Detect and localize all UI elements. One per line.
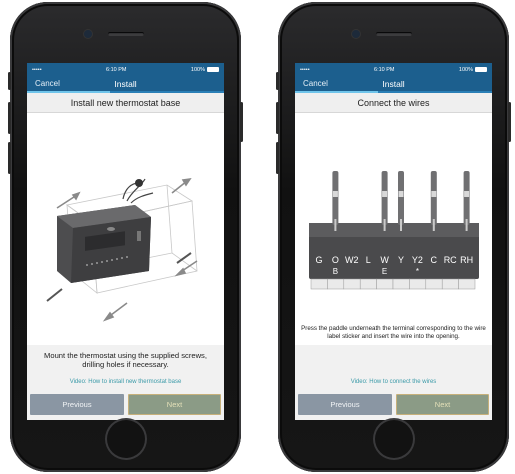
terminal-slot: [441, 278, 459, 290]
terminal-label: L: [366, 255, 371, 265]
phone-frame-left: ••••• 6:10 PM 100% Cancel Install Instal…: [8, 2, 243, 472]
app-screen-install-base: ••••• 6:10 PM 100% Cancel Install Instal…: [27, 63, 224, 420]
terminal-label: W2: [345, 255, 359, 265]
terminal-slot: [359, 278, 377, 290]
nav-bar: Cancel Install: [27, 76, 224, 91]
terminal-slot: [409, 278, 427, 290]
terminal-slot: [458, 278, 476, 290]
battery-indicator: 100%: [191, 67, 219, 73]
volume-down-button: [8, 142, 11, 174]
nav-bar: Cancel Install: [295, 76, 492, 91]
wire-tip: [432, 219, 435, 231]
battery-indicator: 100%: [459, 67, 487, 73]
earpiece-speaker: [375, 32, 412, 36]
wire-tip: [383, 219, 386, 231]
step-heading: Install new thermostat base: [27, 93, 224, 113]
terminal-label: O: [332, 255, 339, 265]
terminal-slot: [392, 278, 410, 290]
terminal-label: Y2: [412, 255, 423, 265]
battery-percent: 100%: [458, 66, 473, 73]
wire-tip: [465, 219, 468, 231]
wire: [381, 171, 388, 225]
wizard-progress-bar: [27, 91, 224, 93]
terminal-sublabel: *: [416, 267, 419, 276]
terminal-label: C: [431, 255, 438, 265]
video-link[interactable]: Video: How to install new thermostat bas…: [27, 379, 224, 385]
install-base-illustration: [27, 113, 224, 345]
previous-button[interactable]: Previous: [30, 394, 124, 415]
earpiece-speaker: [107, 32, 144, 36]
power-button: [240, 102, 243, 142]
power-button: [508, 102, 511, 142]
carrier-signal: •••••: [32, 66, 42, 73]
video-link[interactable]: Video: How to connect the wires: [295, 379, 492, 385]
terminal-label: RC: [444, 255, 457, 265]
status-time: 6:10 PM: [374, 66, 395, 73]
wire: [398, 171, 404, 225]
terminal-label: W: [380, 255, 389, 265]
wire: [430, 171, 437, 225]
battery-icon: [206, 67, 219, 72]
front-camera-icon: [84, 30, 92, 38]
volume-down-button: [276, 142, 279, 174]
wire: [332, 171, 339, 225]
wiring-terminal-illustration: G O B W2 L W E Y Y2 * C RC RH: [295, 113, 492, 345]
status-time: 6:10 PM: [106, 66, 127, 73]
wizard-progress-fill: [27, 91, 110, 93]
terminal-slot: [343, 278, 361, 290]
battery-percent: 100%: [190, 66, 205, 73]
status-bar: ••••• 6:10 PM 100%: [27, 63, 224, 76]
next-button[interactable]: Next: [396, 394, 489, 415]
mute-switch: [276, 72, 279, 90]
cancel-button[interactable]: Cancel: [295, 79, 328, 88]
terminal-sublabel: B: [333, 267, 338, 276]
terminal-slot: [310, 278, 328, 290]
wire-label-sticker: [398, 191, 404, 197]
wizard-progress-bar: [295, 91, 492, 93]
terminal-slot: [425, 278, 443, 290]
front-camera-icon: [352, 30, 360, 38]
step-heading: Connect the wires: [295, 93, 492, 113]
previous-button[interactable]: Previous: [298, 394, 392, 415]
wire-tip: [400, 219, 402, 231]
volume-up-button: [276, 102, 279, 134]
carrier-signal: •••••: [300, 66, 310, 73]
step-instruction: Mount the thermostat using the supplied …: [44, 351, 207, 369]
wire: [463, 171, 470, 225]
next-button[interactable]: Next: [128, 394, 221, 415]
wire-tip: [334, 219, 337, 231]
home-button: [106, 420, 145, 458]
volume-up-button: [8, 102, 11, 134]
step-instruction: Press the paddle underneath the terminal…: [301, 325, 486, 340]
wire-label-sticker: [382, 191, 388, 197]
terminal-slot: [327, 278, 345, 290]
status-bar: ••••• 6:10 PM 100%: [295, 63, 492, 76]
terminal-label: RH: [460, 255, 473, 265]
wire-label-sticker: [431, 191, 437, 197]
cancel-button[interactable]: Cancel: [27, 79, 60, 88]
terminal-label: Y: [398, 255, 404, 265]
wire-label-sticker: [464, 191, 470, 197]
mute-switch: [8, 72, 11, 90]
wizard-progress-fill: [295, 91, 378, 93]
wire-label-sticker: [332, 191, 338, 197]
terminal-label: G: [315, 255, 322, 265]
terminal-sublabel: E: [382, 267, 387, 276]
phone-frame-right: ••••• 6:10 PM 100% Cancel Install Connec…: [276, 2, 511, 472]
battery-icon: [474, 67, 487, 72]
home-button: [374, 420, 413, 458]
app-screen-connect-wires: ••••• 6:10 PM 100% Cancel Install Connec…: [295, 63, 492, 420]
terminal-slot: [376, 278, 394, 290]
